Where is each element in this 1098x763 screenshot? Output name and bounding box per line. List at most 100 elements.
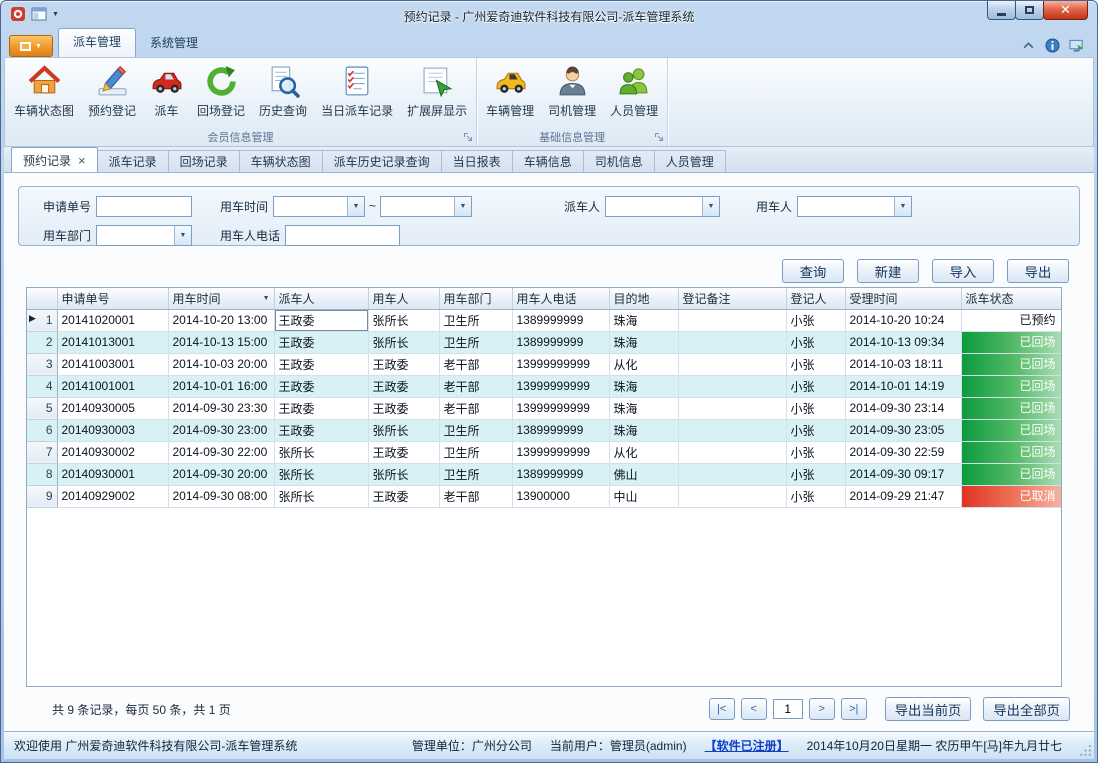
cell[interactable]: 王政委 xyxy=(368,485,439,507)
column-header-10[interactable]: 派车状态 xyxy=(961,288,1061,309)
cell[interactable]: 小张 xyxy=(786,397,845,419)
table-row[interactable]: 8201409300012014-09-30 20:00张所长张所长卫生所138… xyxy=(27,463,1061,485)
toolbar-button-extended-screen[interactable]: 扩展屏显示 xyxy=(400,60,474,128)
table-row[interactable]: 5201409300052014-09-30 23:30王政委王政委老干部139… xyxy=(27,397,1061,419)
chevron-down-icon[interactable]: ▼ xyxy=(347,197,364,216)
row-marker[interactable]: 7 xyxy=(27,441,57,463)
cell[interactable]: 老干部 xyxy=(439,485,512,507)
license-link[interactable]: 【软件已注册】 xyxy=(705,737,789,754)
cell[interactable]: 小张 xyxy=(786,375,845,397)
row-marker[interactable]: 6 xyxy=(27,419,57,441)
table-row[interactable]: 9201409290022014-09-30 08:00张所长王政委老干部139… xyxy=(27,485,1061,507)
cell[interactable]: 2014-10-13 15:00 xyxy=(168,331,274,353)
cell[interactable]: 1389999999 xyxy=(512,309,609,331)
cell[interactable]: 王政委 xyxy=(274,331,368,353)
cell[interactable]: 珠海 xyxy=(609,397,678,419)
cell[interactable] xyxy=(678,309,786,331)
status-cell[interactable]: 已回场 xyxy=(961,375,1061,397)
status-cell[interactable]: 已回场 xyxy=(961,441,1061,463)
cell[interactable]: 2014-09-30 22:00 xyxy=(168,441,274,463)
column-header-0[interactable]: 申请单号 xyxy=(57,288,168,309)
cell[interactable]: 小张 xyxy=(786,331,845,353)
cell[interactable]: 1389999999 xyxy=(512,463,609,485)
column-header-9[interactable]: 受理时间 xyxy=(845,288,961,309)
toolbar-button-vehicle-manage[interactable]: 车辆管理 xyxy=(479,60,541,128)
cell[interactable]: 2014-10-01 14:19 xyxy=(845,375,961,397)
row-marker[interactable]: 5 xyxy=(27,397,57,419)
cell[interactable]: 王政委 xyxy=(274,419,368,441)
first-page-button[interactable]: |< xyxy=(709,698,735,720)
cell[interactable]: 2014-09-30 23:30 xyxy=(168,397,274,419)
cell[interactable]: 20140930005 xyxy=(57,397,168,419)
cell[interactable]: 珠海 xyxy=(609,375,678,397)
cell[interactable]: 2014-10-20 13:00 xyxy=(168,309,274,331)
minimize-button[interactable] xyxy=(987,1,1016,20)
cell[interactable]: 2014-09-30 09:17 xyxy=(845,463,961,485)
column-header-3[interactable]: 用车人 xyxy=(368,288,439,309)
status-cell[interactable]: 已回场 xyxy=(961,463,1061,485)
cell[interactable]: 王政委 xyxy=(368,375,439,397)
cell[interactable]: 2014-10-13 09:34 xyxy=(845,331,961,353)
cell[interactable]: 张所长 xyxy=(274,441,368,463)
row-marker[interactable]: 2 xyxy=(27,331,57,353)
next-page-button[interactable]: > xyxy=(809,698,835,720)
cell[interactable]: 老干部 xyxy=(439,397,512,419)
status-cell[interactable]: 已取消 xyxy=(961,485,1061,507)
ribbon-tab-system-manage[interactable]: 系统管理 xyxy=(136,29,212,57)
maximize-button[interactable] xyxy=(1015,1,1044,20)
cell[interactable]: 2014-09-30 22:59 xyxy=(845,441,961,463)
cell[interactable]: 20141013001 xyxy=(57,331,168,353)
cell[interactable]: 卫生所 xyxy=(439,309,512,331)
app-logo-icon[interactable] xyxy=(10,6,26,22)
cell[interactable]: 王政委 xyxy=(274,353,368,375)
resize-grip-icon[interactable] xyxy=(1079,744,1092,757)
cell[interactable]: 2014-09-30 20:00 xyxy=(168,463,274,485)
cell[interactable]: 2014-09-30 23:14 xyxy=(845,397,961,419)
cell[interactable]: 小张 xyxy=(786,463,845,485)
export-current-page-button[interactable]: 导出当前页 xyxy=(885,697,972,721)
search-combo-time_to[interactable]: ▼ xyxy=(380,196,472,217)
cell[interactable]: 张所长 xyxy=(368,309,439,331)
cell[interactable]: 2014-09-30 08:00 xyxy=(168,485,274,507)
cell[interactable]: 2014-09-30 23:00 xyxy=(168,419,274,441)
chevron-down-icon[interactable]: ▼ xyxy=(894,197,911,216)
table-row[interactable]: ▶1201410200012014-10-20 13:00王政委张所长卫生所13… xyxy=(27,309,1061,331)
doc-tab-vehicle-status-chart[interactable]: 车辆状态图 xyxy=(239,150,323,172)
toolbar-button-driver-manage[interactable]: 司机管理 xyxy=(541,60,603,128)
status-cell[interactable]: 已回场 xyxy=(961,353,1061,375)
column-header-2[interactable]: 派车人 xyxy=(274,288,368,309)
doc-tab-driver-info[interactable]: 司机信息 xyxy=(583,150,655,172)
cell[interactable]: 珠海 xyxy=(609,419,678,441)
cell[interactable]: 王政委 xyxy=(274,309,368,331)
cell[interactable] xyxy=(678,331,786,353)
row-marker[interactable]: 4 xyxy=(27,375,57,397)
doc-tab-dispatch-history-query[interactable]: 派车历史记录查询 xyxy=(322,150,442,172)
cell[interactable]: 中山 xyxy=(609,485,678,507)
cell[interactable]: 张所长 xyxy=(368,463,439,485)
cell[interactable]: 珠海 xyxy=(609,331,678,353)
cell[interactable]: 20141003001 xyxy=(57,353,168,375)
cell[interactable]: 20140930001 xyxy=(57,463,168,485)
export-button[interactable]: 导出 xyxy=(1007,259,1069,283)
cell[interactable]: 卫生所 xyxy=(439,419,512,441)
cell[interactable] xyxy=(678,419,786,441)
column-header-4[interactable]: 用车部门 xyxy=(439,288,512,309)
cell[interactable]: 小张 xyxy=(786,441,845,463)
titlebar[interactable]: ▼ 预约记录 - 广州爱奇迪软件科技有限公司-派车管理系统 ✕ xyxy=(1,1,1097,31)
chevron-down-icon[interactable]: ▼ xyxy=(454,197,471,216)
cell[interactable] xyxy=(678,353,786,375)
chevron-down-icon[interactable]: ▼ xyxy=(702,197,719,216)
search-combo-user[interactable]: ▼ xyxy=(797,196,912,217)
cell[interactable]: 20140929002 xyxy=(57,485,168,507)
cell[interactable]: 从化 xyxy=(609,353,678,375)
cell[interactable]: 卫生所 xyxy=(439,463,512,485)
table-row[interactable]: 4201410010012014-10-01 16:00王政委王政委老干部139… xyxy=(27,375,1061,397)
application-menu-button[interactable]: ▼ xyxy=(9,35,53,57)
search-combo-department[interactable]: ▼ xyxy=(96,225,192,246)
cell[interactable]: 13900000 xyxy=(512,485,609,507)
toolbar-button-history-query[interactable]: 历史查询 xyxy=(252,60,314,128)
cell[interactable]: 小张 xyxy=(786,485,845,507)
cell[interactable]: 小张 xyxy=(786,309,845,331)
collapse-ribbon-icon[interactable] xyxy=(1021,38,1036,53)
row-marker[interactable]: 8 xyxy=(27,463,57,485)
